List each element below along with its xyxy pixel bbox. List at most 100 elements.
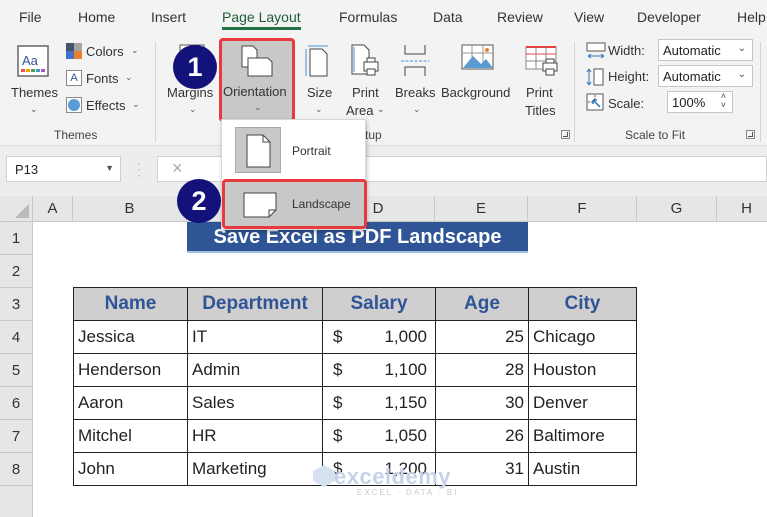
chevron-down-icon: ⌄: [413, 104, 421, 114]
column-header-h[interactable]: H: [717, 196, 767, 222]
cell-name[interactable]: John: [73, 452, 188, 486]
scale-to-fit-launcher-icon[interactable]: [746, 130, 755, 139]
group-separator: [760, 42, 761, 142]
cell-age[interactable]: 26: [435, 419, 529, 453]
cell-salary[interactable]: $1,150: [322, 386, 436, 420]
page-setup-launcher-icon[interactable]: [561, 130, 570, 139]
tab-data[interactable]: Data: [433, 9, 463, 25]
cell-name[interactable]: Mitchel: [73, 419, 188, 453]
width-icon: [586, 42, 606, 59]
scale-to-fit-group-label: Scale to Fit: [625, 128, 686, 142]
cell-department[interactable]: HR: [187, 419, 323, 453]
cell-department[interactable]: Sales: [187, 386, 323, 420]
row-header-3[interactable]: 3: [0, 288, 33, 321]
currency-symbol: $: [333, 360, 343, 379]
column-header-f[interactable]: F: [528, 196, 637, 222]
table-row: Aaron Sales $1,150 30 Denver: [73, 386, 637, 420]
print-titles-button[interactable]: Print Titles: [520, 40, 562, 120]
breaks-button[interactable]: Breaks ⌄: [393, 40, 437, 120]
tab-insert[interactable]: Insert: [151, 9, 186, 25]
cell-department[interactable]: Admin: [187, 353, 323, 387]
orientation-dropdown: Portrait Landscape: [221, 119, 367, 230]
chevron-down-icon: ⌄: [132, 99, 140, 109]
tab-view[interactable]: View: [574, 9, 604, 25]
tab-formulas[interactable]: Formulas: [339, 9, 397, 25]
cell-department[interactable]: IT: [187, 320, 323, 354]
height-select[interactable]: Automatic ⌄: [658, 65, 753, 87]
row-header-2[interactable]: 2: [0, 255, 33, 288]
select-all-corner[interactable]: [0, 196, 33, 222]
scale-spinner[interactable]: 100% ˄ ˅: [667, 91, 733, 113]
row-header-5[interactable]: 5: [0, 354, 33, 387]
colors-button[interactable]: Colors ⌄: [64, 41, 142, 63]
chevron-down-icon: ⌄: [377, 104, 385, 114]
name-box[interactable]: P13 ▼: [6, 156, 121, 182]
row-header-8[interactable]: 8: [0, 453, 33, 486]
fonts-label: Fonts: [86, 71, 119, 86]
column-header-e[interactable]: E: [435, 196, 528, 222]
print-titles-label-2: Titles: [525, 103, 556, 118]
cell-age[interactable]: 25: [435, 320, 529, 354]
colors-label: Colors: [86, 44, 124, 59]
chevron-down-icon: ⌄: [131, 45, 139, 55]
cell-city[interactable]: Chicago: [528, 320, 637, 354]
header-city[interactable]: City: [528, 287, 637, 321]
column-header-g[interactable]: G: [637, 196, 717, 222]
exceldemy-logo-icon: [313, 465, 335, 487]
row-header-4[interactable]: 4: [0, 321, 33, 354]
group-separator: [155, 42, 156, 142]
row-header-6[interactable]: 6: [0, 387, 33, 420]
cell-name[interactable]: Aaron: [73, 386, 188, 420]
chevron-down-icon: ⌄: [189, 104, 197, 114]
fonts-button[interactable]: A Fonts ⌄: [64, 68, 142, 90]
themes-button[interactable]: Aa Themes ⌄: [8, 40, 58, 118]
cell-salary[interactable]: $1,100: [322, 353, 436, 387]
watermark-subtext: EXCEL · DATA · BI: [357, 488, 459, 497]
tab-review[interactable]: Review: [497, 9, 543, 25]
tab-file[interactable]: File: [19, 9, 42, 25]
landscape-option[interactable]: Landscape: [222, 179, 367, 229]
size-button[interactable]: Size ⌄: [302, 40, 336, 120]
row-header-7[interactable]: 7: [0, 420, 33, 453]
header-department[interactable]: Department: [187, 287, 323, 321]
background-icon: [461, 44, 494, 70]
effects-label: Effects: [86, 98, 126, 113]
tab-page-layout[interactable]: Page Layout: [222, 9, 301, 30]
spinner-arrows-icon[interactable]: ˄ ˅: [721, 92, 726, 110]
cell-salary[interactable]: $1,050: [322, 419, 436, 453]
cell-age[interactable]: 28: [435, 353, 529, 387]
effects-button[interactable]: Effects ⌄: [64, 95, 142, 117]
landscape-label: Landscape: [292, 197, 351, 211]
tab-home[interactable]: Home: [78, 9, 115, 25]
width-select[interactable]: Automatic ⌄: [658, 39, 753, 61]
header-name[interactable]: Name: [73, 287, 188, 321]
cell-name[interactable]: Jessica: [73, 320, 188, 354]
cell-name[interactable]: Henderson: [73, 353, 188, 387]
column-header-b[interactable]: B: [73, 196, 187, 222]
column-header-a[interactable]: A: [33, 196, 73, 222]
salary-value: 1,050: [384, 426, 427, 445]
row-header-1[interactable]: 1: [0, 222, 33, 255]
print-area-button[interactable]: Print Area ⌄: [342, 40, 386, 120]
header-salary[interactable]: Salary: [322, 287, 436, 321]
tab-developer[interactable]: Developer: [637, 9, 701, 25]
cell-age[interactable]: 30: [435, 386, 529, 420]
header-age[interactable]: Age: [435, 287, 529, 321]
tab-help[interactable]: Help: [737, 9, 766, 25]
cell-department[interactable]: Marketing: [187, 452, 323, 486]
group-separator: [574, 42, 575, 142]
grip-dots-icon: · · ·: [137, 156, 141, 182]
cell-city[interactable]: Austin: [528, 452, 637, 486]
page-setup-group-label: tup: [365, 128, 382, 142]
orientation-button[interactable]: Orientation ⌄: [219, 38, 295, 122]
currency-symbol: $: [333, 426, 343, 445]
cell-salary[interactable]: $1,000: [322, 320, 436, 354]
cell-city[interactable]: Denver: [528, 386, 637, 420]
colors-icon: [66, 43, 82, 59]
cancel-icon[interactable]: ×: [172, 158, 183, 179]
portrait-option[interactable]: Portrait: [222, 124, 367, 173]
cell-city[interactable]: Houston: [528, 353, 637, 387]
watermark-text: exceldemy: [334, 464, 452, 489]
background-button[interactable]: Background: [440, 40, 516, 120]
cell-city[interactable]: Baltimore: [528, 419, 637, 453]
